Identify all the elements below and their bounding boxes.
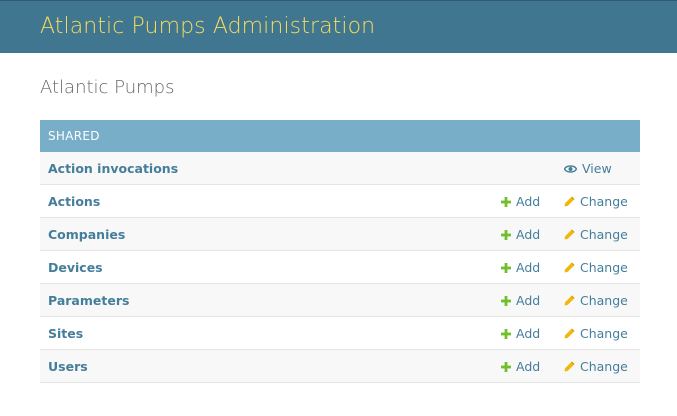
model-row-devices: Devices Add Change [40,251,640,284]
change-link-label: Change [580,326,628,341]
module-caption[interactable]: SHARED [40,120,640,152]
model-row-actions: Actions Add Change [40,185,640,218]
model-row-action-invocations: Action invocations View [40,152,640,185]
change-link-parameters[interactable]: Change [564,293,628,308]
add-link-label: Add [516,359,541,374]
add-link-label: Add [516,194,541,209]
change-link-label: Change [580,359,628,374]
pencil-icon [564,262,575,273]
add-link-label: Add [516,326,541,341]
page-title: Atlantic Pumps [40,77,175,98]
pencil-icon [564,229,575,240]
pencil-icon [564,196,575,207]
model-row-parameters: Parameters Add Change [40,284,640,317]
model-row-companies: Companies Add Change [40,218,640,251]
change-link-label: Change [580,194,628,209]
model-row-users: Users Add Change [40,350,640,383]
add-link-parameters[interactable]: Add [501,293,540,308]
add-link-sites[interactable]: Add [501,326,540,341]
pencil-icon [564,328,575,339]
add-link-label: Add [516,260,541,275]
change-link-users[interactable]: Change [564,359,628,374]
eye-icon [564,165,577,173]
view-link-action-invocations[interactable]: View [564,161,612,176]
add-link-companies[interactable]: Add [501,227,540,242]
plus-icon [501,230,511,240]
add-link-label: Add [516,293,541,308]
pencil-icon [564,295,575,306]
plus-icon [501,296,511,306]
model-link-sites[interactable]: Sites [48,326,83,341]
add-link-label: Add [516,227,541,242]
site-name[interactable]: Atlantic Pumps Administration [40,14,375,39]
change-link-sites[interactable]: Change [564,326,628,341]
view-link-label: View [582,161,612,176]
app-module-shared: SHARED Action invocations View Actions A… [40,120,640,383]
add-link-users[interactable]: Add [501,359,540,374]
header-bar: Atlantic Pumps Administration [0,0,677,53]
model-link-actions[interactable]: Actions [48,194,100,209]
add-link-devices[interactable]: Add [501,260,540,275]
plus-icon [501,197,511,207]
plus-icon [501,362,511,372]
change-link-label: Change [580,293,628,308]
change-link-label: Change [580,260,628,275]
change-link-actions[interactable]: Change [564,194,628,209]
change-link-devices[interactable]: Change [564,260,628,275]
change-link-companies[interactable]: Change [564,227,628,242]
plus-icon [501,263,511,273]
model-link-action-invocations[interactable]: Action invocations [48,161,178,176]
add-link-actions[interactable]: Add [501,194,540,209]
model-row-sites: Sites Add Change [40,317,640,350]
model-link-companies[interactable]: Companies [48,227,125,242]
plus-icon [501,329,511,339]
change-link-label: Change [580,227,628,242]
model-link-devices[interactable]: Devices [48,260,103,275]
model-link-parameters[interactable]: Parameters [48,293,129,308]
model-link-users[interactable]: Users [48,359,88,374]
pencil-icon [564,361,575,372]
